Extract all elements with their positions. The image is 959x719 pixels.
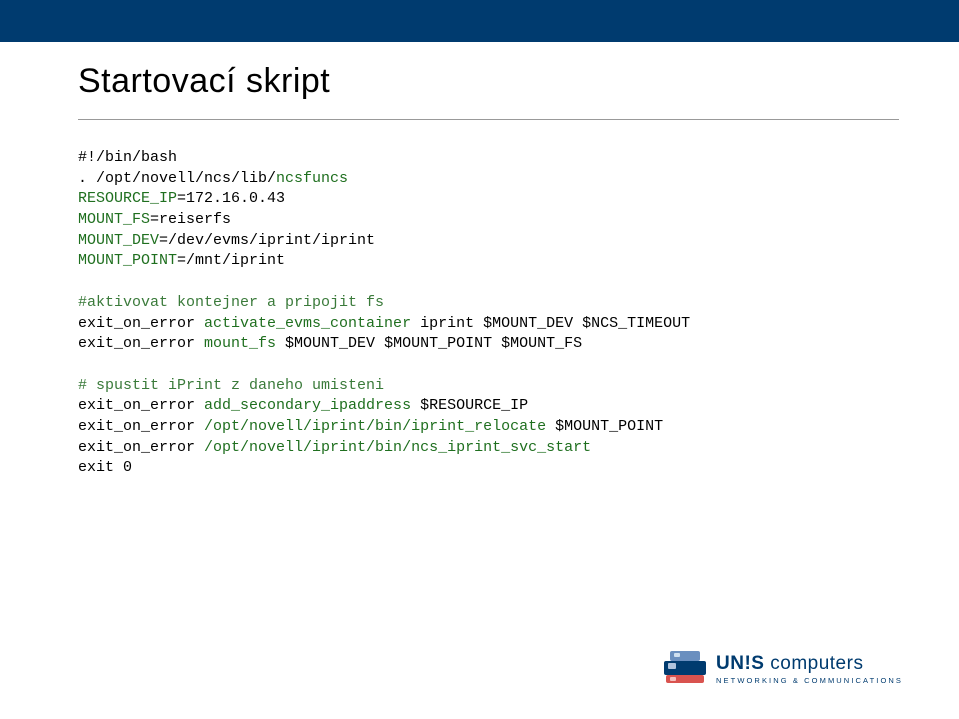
code-line: exit 0 <box>78 459 132 476</box>
code-line: exit_on_error /opt/novell/iprint/bin/ncs… <box>78 439 591 456</box>
logo-brand: UN!S computers <box>716 653 903 675</box>
header-bar <box>0 0 959 42</box>
code-line: MOUNT_FS=reiserfs <box>78 211 231 228</box>
code-comment: # spustit iPrint z daneho umisteni <box>78 377 384 394</box>
code-line: exit_on_error /opt/novell/iprint/bin/ipr… <box>78 418 663 435</box>
code-line: MOUNT_POINT=/mnt/iprint <box>78 252 285 269</box>
title-divider <box>78 119 899 120</box>
code-line: #!/bin/bash <box>78 149 177 166</box>
code-line: MOUNT_DEV=/dev/evms/iprint/iprint <box>78 232 375 249</box>
slide-title: Startovací skript <box>78 62 899 101</box>
logo-tagline: NETWORKING & COMMUNICATIONS <box>716 676 903 685</box>
script-code: #!/bin/bash . /opt/novell/ncs/lib/ncsfun… <box>78 148 899 479</box>
code-line: RESOURCE_IP=172.16.0.43 <box>78 190 285 207</box>
slide-content: Startovací skript #!/bin/bash . /opt/nov… <box>0 42 959 479</box>
logo-text: UN!S computers NETWORKING & COMMUNICATIO… <box>716 653 903 685</box>
code-line: exit_on_error activate_evms_container ip… <box>78 315 690 332</box>
footer-logo: UN!S computers NETWORKING & COMMUNICATIO… <box>664 643 903 685</box>
code-line: exit_on_error add_secondary_ipaddress $R… <box>78 397 528 414</box>
logo-row: UN!S computers NETWORKING & COMMUNICATIO… <box>664 643 903 685</box>
code-line: exit_on_error mount_fs $MOUNT_DEV $MOUNT… <box>78 335 582 352</box>
code-line: . /opt/novell/ncs/lib/ncsfuncs <box>78 170 348 187</box>
code-comment: #aktivovat kontejner a pripojit fs <box>78 294 384 311</box>
logo-icon <box>664 643 706 685</box>
